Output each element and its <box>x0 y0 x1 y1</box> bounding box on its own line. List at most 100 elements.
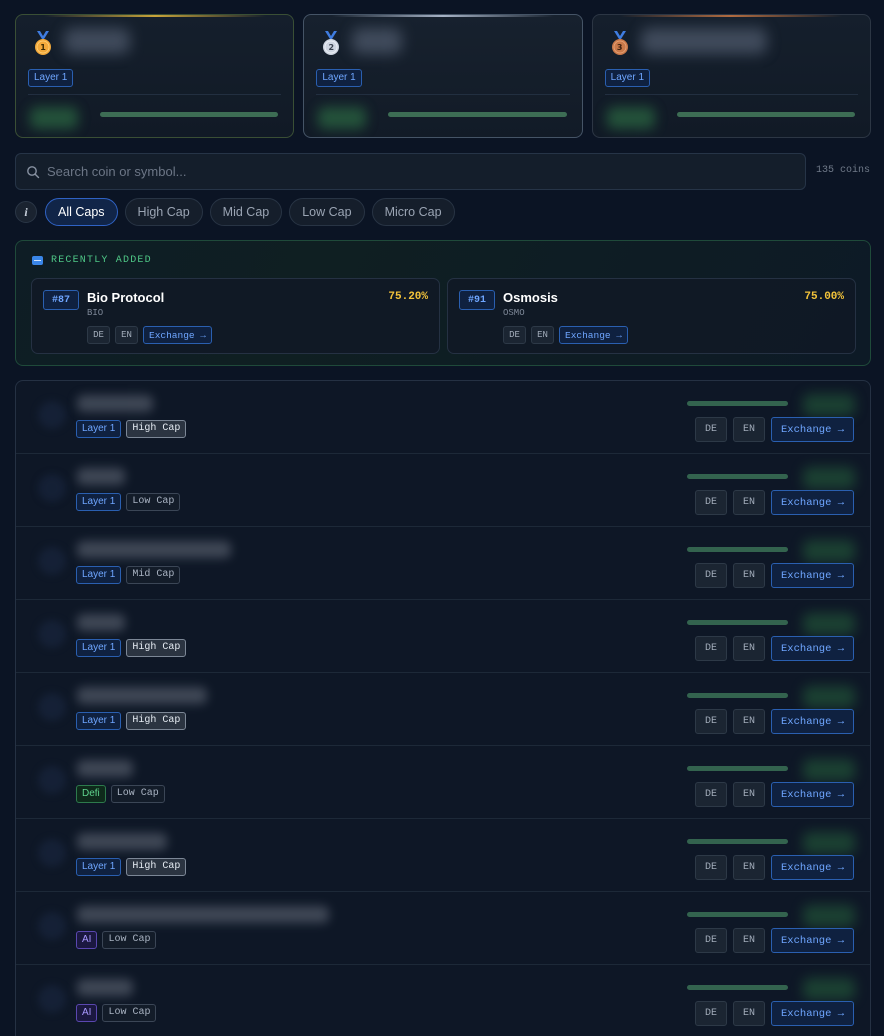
lang-en-button[interactable]: EN <box>733 855 765 880</box>
filter-micro-cap[interactable]: Micro Cap <box>371 198 455 226</box>
progress-bar <box>687 401 788 406</box>
medal-rank: 1 <box>40 43 46 52</box>
exchange-button[interactable]: Exchange → <box>143 326 213 344</box>
filter-all-caps[interactable]: All Caps <box>45 198 118 226</box>
lang-de-button[interactable]: DE <box>695 490 727 515</box>
coin-tags: Layer 1 High Cap <box>76 420 187 438</box>
lang-de-button[interactable]: DE <box>695 782 727 807</box>
coin-row[interactable]: Layer 1 High Cap DE EN Exchange → <box>16 600 870 673</box>
filter-low-cap[interactable]: Low Cap <box>289 198 365 226</box>
lang-de-button[interactable]: DE <box>695 417 727 442</box>
progress-bar <box>687 620 788 625</box>
lang-de-button[interactable]: DE <box>695 1001 727 1026</box>
change-blurred <box>803 832 855 854</box>
lang-en-button[interactable]: EN <box>733 563 765 588</box>
recent-coin-card[interactable]: #91 Osmosis OSMO 75.00% DE EN Exchange → <box>447 278 856 354</box>
change-blurred <box>606 107 655 129</box>
filter-mid-cap[interactable]: Mid Cap <box>209 198 283 226</box>
coin-row[interactable]: Layer 1 High Cap DE EN Exchange → <box>16 381 870 454</box>
change-blurred <box>803 759 855 781</box>
exchange-button[interactable]: Exchange → <box>771 1001 855 1026</box>
coin-row[interactable]: Defi Low Cap DE EN Exchange → <box>16 746 870 819</box>
lang-de-button[interactable]: DE <box>695 563 727 588</box>
exchange-button[interactable]: Exchange → <box>771 928 855 953</box>
exchange-button[interactable]: Exchange → <box>771 563 855 588</box>
recently-added-header: RECENTLY ADDED <box>32 255 152 266</box>
coin-actions: DE EN Exchange → <box>695 636 855 661</box>
top-card-3[interactable]: 3 Layer 1 <box>591 14 871 138</box>
lang-en-button[interactable]: EN <box>733 1001 765 1026</box>
coin-symbol: BIO <box>87 308 104 318</box>
exchange-button[interactable]: Exchange → <box>771 709 855 734</box>
lang-en-button[interactable]: EN <box>115 326 138 344</box>
lang-de-button[interactable]: DE <box>503 326 526 344</box>
category-tag: Layer 1 <box>76 712 122 730</box>
top-card-2[interactable]: 2 Layer 1 <box>303 14 583 138</box>
coin-tags: AI Low Cap <box>76 1004 157 1022</box>
cap-tag: Low Cap <box>102 931 157 949</box>
lang-de-button[interactable]: DE <box>695 709 727 734</box>
divider <box>28 94 282 95</box>
progress-bar <box>687 766 788 771</box>
coin-row[interactable]: Layer 1 High Cap DE EN Exchange → <box>16 673 870 746</box>
coin-logo-blurred <box>38 766 66 794</box>
coin-actions: DE EN Exchange → <box>695 928 855 953</box>
coin-tags: Layer 1 High Cap <box>76 639 187 657</box>
exchange-button[interactable]: Exchange → <box>771 636 855 661</box>
exchange-button[interactable]: Exchange → <box>771 782 855 807</box>
coin-row[interactable]: AI Low Cap DE EN Exchange → <box>16 965 870 1036</box>
exchange-button[interactable]: Exchange → <box>771 855 855 880</box>
filter-high-cap[interactable]: High Cap <box>124 198 203 226</box>
info-button[interactable]: i <box>15 201 37 223</box>
lang-en-button[interactable]: EN <box>733 928 765 953</box>
exchange-button[interactable]: Exchange → <box>771 417 855 442</box>
coin-tags: Defi Low Cap <box>76 785 165 803</box>
lang-en-button[interactable]: EN <box>733 782 765 807</box>
coin-row[interactable]: Layer 1 Low Cap DE EN Exchange → <box>16 454 870 527</box>
coin-logo-blurred <box>38 474 66 502</box>
coin-row[interactable]: Layer 1 High Cap DE EN Exchange → <box>16 819 870 892</box>
coin-logo-blurred <box>38 401 66 429</box>
coin-name-blurred <box>640 28 767 54</box>
exchange-button[interactable]: Exchange → <box>559 326 629 344</box>
category-tag: Layer 1 <box>76 493 122 511</box>
coin-list: Layer 1 High Cap DE EN Exchange → Layer 1 Low … <box>15 380 871 1036</box>
change-blurred <box>803 613 855 635</box>
lang-de-button[interactable]: DE <box>87 326 110 344</box>
search-input[interactable] <box>47 164 805 179</box>
lang-en-button[interactable]: EN <box>733 709 765 734</box>
category-tag: Layer 1 <box>28 69 74 87</box>
coin-row[interactable]: AI Low Cap DE EN Exchange → <box>16 892 870 965</box>
cap-tag: High Cap <box>126 639 187 657</box>
recent-coin-card[interactable]: #87 Bio Protocol BIO 75.20% DE EN Exchan… <box>31 278 440 354</box>
lang-en-button[interactable]: EN <box>531 326 554 344</box>
coin-logo-blurred <box>38 547 66 575</box>
lang-de-button[interactable]: DE <box>695 636 727 661</box>
coin-name-blurred <box>77 979 133 996</box>
lang-en-button[interactable]: EN <box>733 636 765 661</box>
coin-row[interactable]: Layer 1 Mid Cap DE EN Exchange → <box>16 527 870 600</box>
coin-count: 135 coins <box>816 165 871 176</box>
coin-change: 75.20% <box>388 291 428 303</box>
progress-bar <box>676 112 855 117</box>
coin-symbol: OSMO <box>503 308 525 318</box>
medal-icon: 3 <box>610 31 630 57</box>
lang-en-button[interactable]: EN <box>733 490 765 515</box>
card-glow <box>332 15 554 17</box>
change-blurred <box>803 394 855 416</box>
coin-tags: Layer 1 High Cap <box>76 712 187 730</box>
cap-filters: All Caps High Cap Mid Cap Low Cap Micro … <box>45 198 455 226</box>
lang-de-button[interactable]: DE <box>695 928 727 953</box>
coin-name-blurred <box>352 28 403 54</box>
coin-name: Osmosis <box>503 290 558 305</box>
cap-tag: Low Cap <box>102 1004 157 1022</box>
search-bar <box>15 153 806 190</box>
top-card-1[interactable]: 1 Layer 1 <box>15 14 295 138</box>
change-blurred <box>803 978 855 1000</box>
exchange-button[interactable]: Exchange → <box>771 490 855 515</box>
coin-logo-blurred <box>38 620 66 648</box>
lang-en-button[interactable]: EN <box>733 417 765 442</box>
progress-bar <box>687 839 788 844</box>
lang-de-button[interactable]: DE <box>695 855 727 880</box>
recently-added-section: RECENTLY ADDED #87 Bio Protocol BIO 75.2… <box>15 240 871 366</box>
